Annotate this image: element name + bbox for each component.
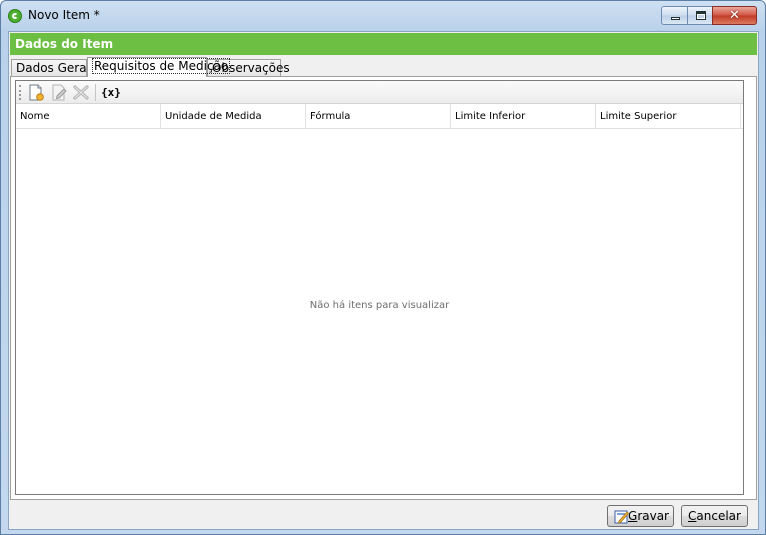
column-header-formula[interactable]: Fórmula bbox=[306, 104, 451, 129]
tab-label: Requisitos de Medição bbox=[92, 58, 231, 74]
tab-dados-gerais[interactable]: Dados Gerais bbox=[11, 59, 96, 77]
grid-toolbar: {x} bbox=[16, 81, 743, 104]
delete-icon bbox=[73, 85, 89, 100]
cancel-label: ancelar bbox=[696, 509, 741, 523]
window-title: Novo Item * bbox=[28, 8, 100, 22]
minimize-button[interactable] bbox=[661, 6, 688, 25]
title-bar[interactable]: Novo Item * ✕ bbox=[1, 1, 765, 31]
requirements-grid: {x} Nome Unidade de Medida Fórmula Limit… bbox=[15, 80, 744, 495]
group-header: Dados do Item bbox=[10, 33, 757, 55]
tab-requisitos-medicao[interactable]: Requisitos de Medição bbox=[87, 57, 231, 77]
minimize-icon bbox=[671, 17, 680, 20]
close-icon: ✕ bbox=[729, 8, 740, 23]
empty-grid-message: Não há itens para visualizar bbox=[309, 300, 450, 311]
cancel-button[interactable]: Cancelar bbox=[681, 505, 748, 527]
dialog-body: Dados do Item Dados Gerais Requisitos de… bbox=[8, 31, 759, 530]
formula-button[interactable]: {x} bbox=[101, 83, 121, 102]
grid-column-headers: Nome Unidade de Medida Fórmula Limite In… bbox=[16, 104, 743, 129]
edit-button[interactable] bbox=[49, 83, 69, 102]
column-header-limite-superior[interactable]: Limite Superior bbox=[596, 104, 741, 129]
save-button[interactable]: Gravar bbox=[607, 505, 674, 527]
delete-button[interactable] bbox=[71, 83, 91, 102]
column-header-limite-inferior[interactable]: Limite Inferior bbox=[451, 104, 596, 129]
new-record-icon bbox=[29, 84, 44, 101]
edit-icon bbox=[52, 84, 67, 101]
maximize-button[interactable] bbox=[687, 6, 713, 25]
column-header-unidade-medida[interactable]: Unidade de Medida bbox=[161, 104, 306, 129]
save-label: ravar bbox=[637, 509, 669, 523]
tab-panel: {x} Nome Unidade de Medida Fórmula Limit… bbox=[10, 76, 757, 500]
formula-icon: {x} bbox=[101, 86, 121, 99]
dialog-window: Novo Item * ✕ Dados do Item Dados Gerais… bbox=[0, 0, 766, 535]
toolbar-grip[interactable] bbox=[19, 85, 21, 100]
column-header-nome[interactable]: Nome bbox=[16, 104, 161, 129]
maximize-icon bbox=[696, 11, 706, 20]
app-logo-icon bbox=[8, 9, 22, 23]
save-icon bbox=[614, 510, 629, 524]
new-record-button[interactable] bbox=[26, 83, 46, 102]
close-button[interactable]: ✕ bbox=[712, 6, 757, 25]
toolbar-separator bbox=[95, 84, 96, 101]
tab-label: Dados Gerais bbox=[16, 61, 97, 75]
save-mnemonic: G bbox=[628, 509, 638, 523]
